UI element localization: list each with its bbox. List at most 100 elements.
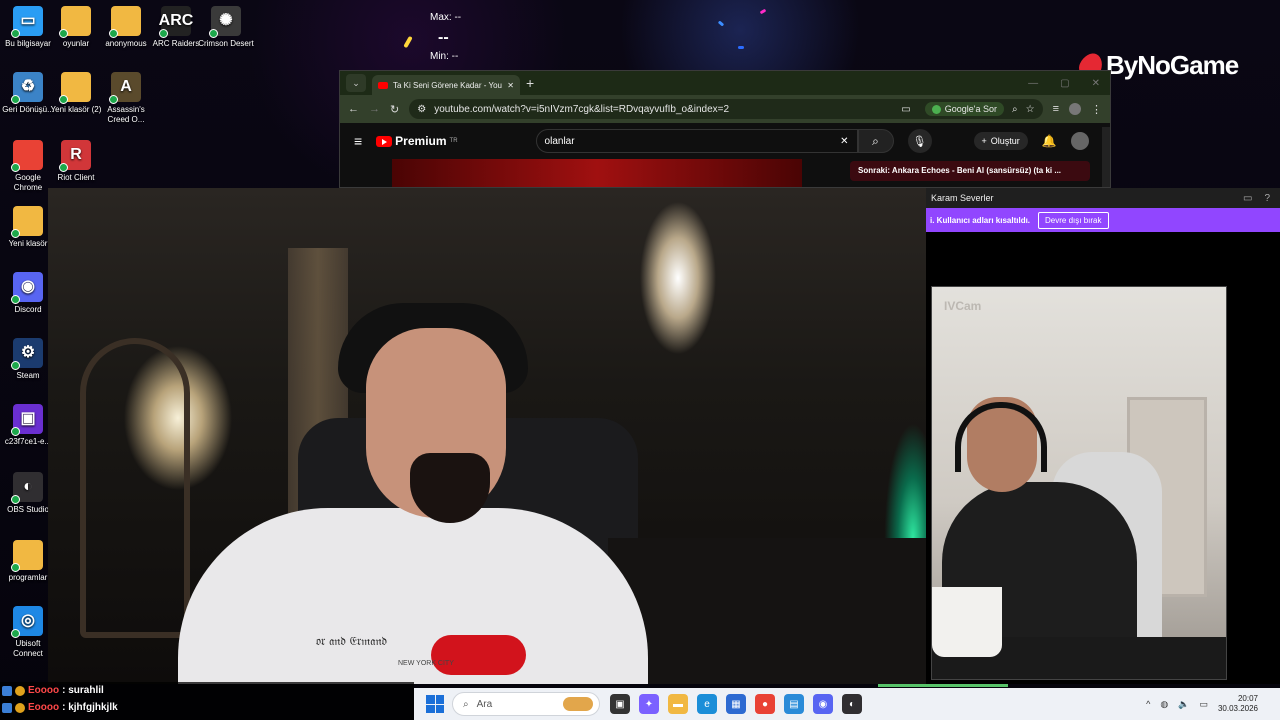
new-tab-button[interactable]: + (526, 75, 534, 91)
overlay-value: -- (438, 29, 449, 46)
overlay-green-bar (878, 684, 1008, 687)
site-info-icon[interactable]: ⚙ (417, 104, 426, 115)
back-icon[interactable]: ← (348, 103, 359, 115)
voice-search-button[interactable]: 🎙 (907, 129, 932, 153)
youtube-play-icon (376, 135, 393, 147)
sync-check-icon (11, 361, 20, 370)
youtube-content: Sonraki: Ankara Echoes - Beni Al (sansür… (340, 159, 1110, 187)
store-icon[interactable]: ▦ (726, 694, 746, 714)
username-notice: i. Kullanıcı adları kısaltıldı. Devre dı… (926, 208, 1280, 232)
app-icon: ◎ (11, 606, 43, 638)
sync-check-icon (59, 163, 68, 172)
taskbar-search-placeholder: Ara (476, 698, 493, 710)
desk (608, 538, 926, 684)
menu-kebab-icon[interactable]: ⋮ (1091, 103, 1102, 116)
bookmark-star-icon[interactable]: ☆ (1026, 104, 1035, 115)
sync-check-icon (159, 29, 168, 38)
close-window-button[interactable]: ✕ (1092, 78, 1100, 89)
chat-text: : kjhfgjhkjlk (62, 702, 118, 713)
tab-bar: ⌄ Ta Ki Seni Görene Kadar - YouTube ✕ + … (340, 71, 1110, 95)
ask-google-label: Google'a Sor (944, 104, 997, 114)
clock[interactable]: 20:07 30.03.2026 (1218, 694, 1258, 714)
chrome-icon[interactable]: ● (755, 694, 775, 714)
app-icon: ◐ (11, 472, 43, 504)
clear-search-icon[interactable]: ✕ (840, 136, 848, 147)
taskbar-apps: ▣ ✦ ▬ e ▦ ● ▤ ◉ ◐ (610, 694, 862, 714)
taskbar: ⌕ Ara ▣ ✦ ▬ e ▦ ● ▤ ◉ ◐ ^ ◍ 🔈 ▭ 20:07 30.03.2026 (414, 688, 1280, 720)
tab-title: Ta Ki Seni Görene Kadar - YouTube (393, 80, 502, 90)
zoom-icon[interactable]: ⌕ (1012, 104, 1018, 115)
display-icon[interactable]: ▭ (1199, 699, 1208, 710)
tab-close-icon[interactable]: ✕ (507, 81, 514, 90)
app-icon: ARC (159, 6, 193, 38)
forward-icon[interactable]: → (369, 103, 380, 115)
page-scrollbar[interactable] (1102, 127, 1110, 187)
clock-date: 30.03.2026 (1217, 704, 1258, 713)
minimize-button[interactable]: — (1028, 78, 1038, 89)
desktop-icon[interactable]: Yeni klasör (2) (48, 72, 104, 115)
sync-check-icon (11, 629, 20, 638)
desktop-icon[interactable]: A Assassin's Creed O... (98, 72, 154, 125)
url-field[interactable]: ⚙ youtube.com/watch?v=i5nIVzm7cgk&list=R… (409, 99, 1043, 119)
sync-check-icon (11, 563, 20, 572)
media-control-icon[interactable]: ≡ (1053, 103, 1059, 115)
sync-check-icon (109, 95, 118, 104)
help-icon[interactable]: ? (1264, 193, 1270, 204)
profile-avatar[interactable] (1069, 103, 1081, 115)
next-video-card[interactable]: Sonraki: Ankara Echoes - Beni Al (sansür… (850, 161, 1090, 181)
reload-icon[interactable]: ↻ (390, 103, 399, 116)
cast-icon[interactable]: ▭ (901, 104, 910, 115)
panel-header: Karam Severler ▭ ? (926, 188, 1280, 208)
chevron-up-icon[interactable]: ^ (1146, 699, 1150, 709)
youtube-favicon-icon (378, 81, 388, 89)
app-icon (11, 540, 43, 572)
obs-icon[interactable]: ◐ (842, 694, 862, 714)
ivcam-watermark: IVCam (944, 299, 982, 313)
create-button[interactable]: + Oluştur (973, 132, 1028, 150)
popout-icon[interactable]: ▭ (1243, 193, 1252, 204)
app-icon (59, 6, 91, 38)
app-icon: ◉ (11, 272, 43, 304)
desktop-icon[interactable]: R Riot Client (48, 140, 104, 183)
network-icon[interactable]: ◍ (1160, 699, 1168, 710)
video-player[interactable] (392, 159, 802, 187)
hamburger-menu-icon[interactable]: ≡ (354, 133, 362, 149)
disable-button[interactable]: Devre dışı bırak (1038, 211, 1109, 229)
notifications-bell-icon[interactable]: 🔔 (1042, 134, 1057, 148)
ask-google-button[interactable]: Google'a Sor (924, 102, 1004, 116)
volume-icon[interactable]: 🔈 (1178, 699, 1189, 710)
desktop-icon[interactable]: oyunlar (48, 6, 104, 49)
desktop-icon[interactable]: ARC ARC Raiders (148, 6, 204, 49)
tab-youtube[interactable]: Ta Ki Seni Görene Kadar - YouTube ✕ (372, 75, 520, 95)
copilot-icon[interactable]: ✦ (639, 694, 659, 714)
sync-check-icon (59, 95, 68, 104)
url-text: youtube.com/watch?v=i5nIVzm7cgk&list=RDv… (434, 103, 730, 115)
file-explorer-icon[interactable]: ▬ (668, 694, 688, 714)
edge-icon[interactable]: e (697, 694, 717, 714)
desktop-icon[interactable]: anonymous (98, 6, 154, 49)
bynogame-text: ByNoGame (1106, 50, 1239, 80)
desktop-icon-label: Assassin's Creed O... (107, 105, 145, 124)
discord-icon[interactable]: ◉ (813, 694, 833, 714)
photos-icon[interactable]: ▤ (784, 694, 804, 714)
chat-message: Eoooo : surahlil (0, 682, 414, 699)
sync-check-icon (11, 229, 20, 238)
task-view-icon[interactable]: ▣ (610, 694, 630, 714)
tab-search-button[interactable]: ⌄ (346, 74, 366, 92)
windows-start-icon[interactable] (426, 695, 444, 713)
youtube-search-input[interactable]: olanlar ✕ (535, 129, 858, 153)
maximize-button[interactable]: ▢ (1060, 78, 1069, 89)
shirt-print: 𝔬𝔯 𝔞𝔫𝔡 𝔈𝔯𝔪𝔞𝔫𝔡 (316, 634, 387, 648)
sync-check-icon (11, 95, 20, 104)
secondary-webcam-feed: IVCam (931, 286, 1227, 680)
youtube-premium-logo[interactable]: Premium TR (376, 134, 458, 148)
desktop-icon[interactable]: ✺ Crimson Desert (198, 6, 254, 49)
taskbar-search[interactable]: ⌕ Ara (452, 692, 600, 716)
desktop-icon-label: Yeni klasör (2) (50, 105, 102, 114)
desktop-icon-label: oyunlar (62, 39, 90, 48)
notice-text: i. Kullanıcı adları kısaltıldı. (930, 215, 1031, 225)
address-bar-row: ← → ↻ ⚙ youtube.com/watch?v=i5nIVzm7cgk&… (340, 95, 1110, 123)
premium-label: Premium (395, 134, 447, 148)
account-avatar[interactable] (1070, 132, 1089, 150)
search-button[interactable]: ⌕ (857, 129, 894, 153)
